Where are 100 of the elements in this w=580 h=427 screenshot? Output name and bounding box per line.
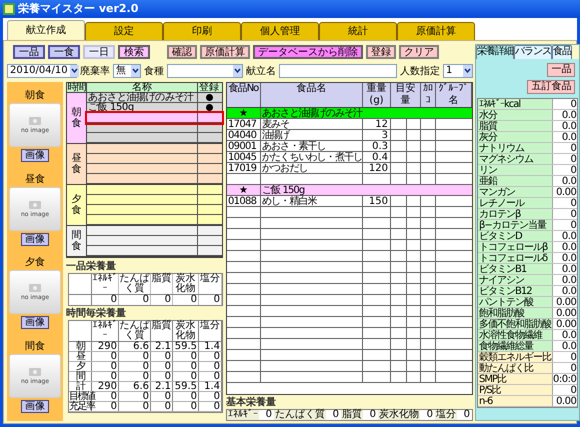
row-label: 昼 (69, 352, 92, 361)
nutrient-label: 炭水化物 (378, 410, 420, 420)
section-title: 基本栄養量 (226, 397, 277, 408)
column-header: 登録 (198, 83, 220, 92)
column-header: たんぱく質 (119, 274, 151, 294)
toolbar-button[interactable]: 一品 (13, 45, 45, 59)
meal-row[interactable] (87, 164, 222, 174)
table-cell: 0 (199, 295, 222, 305)
meal-label: 夕食 (25, 257, 45, 268)
food-name: あおさ・素干し (261, 141, 363, 151)
meal-row[interactable] (87, 226, 222, 236)
field-label: 食種 (144, 64, 164, 78)
nutrient-name: ビタミンB12 (478, 286, 553, 296)
photo-icon (29, 283, 41, 292)
section-title: 一品栄養量 (66, 261, 117, 272)
nutrient-value: 0.0 (560, 176, 578, 186)
image-button[interactable]: 画像 (21, 148, 49, 162)
dish-name: ご飯 150g (88, 102, 134, 113)
column-header: 脂質 (151, 321, 173, 341)
meal-label: 朝食 (25, 90, 45, 101)
tab[interactable]: 個人管理 (241, 22, 319, 40)
meal-type-select[interactable] (167, 64, 243, 78)
tab[interactable]: バランス (514, 45, 552, 59)
meal-row[interactable] (87, 215, 222, 225)
nutrient-value: 0 (569, 143, 578, 153)
image-button[interactable]: 画像 (21, 316, 49, 330)
panel-button[interactable]: 一品 (547, 63, 576, 77)
nutrient-value: 0.0 (560, 341, 578, 351)
table-cell: 0 (173, 392, 199, 401)
waste-rate-select[interactable]: 無 (113, 64, 141, 78)
nutrient-name: 灰分 (478, 132, 553, 142)
meal-row[interactable] (87, 195, 222, 205)
nutrient-name: ビタミンD (478, 231, 553, 241)
nutrient-value: 0.0 (560, 286, 578, 296)
meal-row[interactable] (87, 144, 222, 154)
toolbar-button[interactable]: 一日 (83, 45, 115, 59)
nutrient-value: 0 (569, 165, 578, 175)
table-cell: 0 (119, 295, 151, 305)
toolbar-button[interactable]: 登録 (366, 45, 396, 59)
row-label: 間 (69, 372, 92, 381)
date-select[interactable]: 2010/04/10 (7, 64, 77, 78)
toolbar-button[interactable]: 原価計算 (200, 45, 250, 59)
column-header: 名称 (87, 83, 198, 92)
nutrient-name: リン (478, 165, 553, 175)
meal-row[interactable] (87, 113, 222, 123)
nutrient-value: 0 (569, 99, 578, 109)
nutrient-value: 0.0 (560, 264, 578, 274)
menu-name-field[interactable] (279, 64, 397, 78)
nutrient-name: 水溶性食物繊維 (478, 330, 553, 340)
meal-row[interactable] (87, 236, 222, 246)
nutrient-name: SMP比 (478, 374, 553, 384)
servings-select[interactable]: 1 (443, 64, 473, 78)
meal-row[interactable] (87, 246, 222, 256)
nutrient-name: トコフェロールδ (478, 253, 553, 263)
column-header: 炭水化物 (173, 274, 199, 294)
nutrient-value: 0.00 (555, 187, 578, 197)
nutrient-name: レチノール (478, 198, 553, 208)
dish-name: ご飯 150g (261, 185, 306, 195)
tab[interactable]: 設定 (85, 22, 163, 40)
tab[interactable]: 印刷 (163, 22, 241, 40)
food-name: 麦みそ (261, 119, 363, 129)
table-cell: 0 (92, 352, 119, 361)
tab[interactable]: 栄養詳細 (476, 45, 514, 59)
toolbar-button[interactable]: クリア (399, 45, 439, 59)
tab[interactable]: 原価計算 (397, 22, 475, 40)
nutrient-name: ビタミンB1 (478, 264, 553, 274)
nutrient-label: 塩分 (435, 410, 457, 420)
meal-row[interactable] (87, 154, 222, 164)
image-button[interactable]: 画像 (21, 400, 49, 414)
meal-row[interactable] (87, 205, 222, 215)
nutrient-value: 0 (569, 385, 578, 395)
meal-row[interactable]: あおさと油揚げのみそ汁 (87, 93, 222, 103)
tab[interactable]: 統計 (319, 22, 397, 40)
nutrient-value: 0.00 (555, 319, 578, 329)
field-label: 献立名 (246, 64, 276, 78)
meal-row[interactable] (87, 174, 222, 184)
food-name: めし・精白米 (261, 196, 363, 206)
nutrient-value: 0.0 (560, 121, 578, 131)
food-name: かたくちいわし・煮干し (261, 152, 363, 162)
table-cell: 0 (119, 402, 151, 411)
nutrient-name: ナトリウム (478, 143, 553, 153)
nutrient-name: P/S比 (478, 385, 553, 395)
toolbar-button[interactable]: 一食 (48, 45, 80, 59)
image-button[interactable]: 画像 (21, 232, 49, 246)
meal-row[interactable] (87, 133, 222, 143)
nutrient-name: 脂質 (478, 121, 553, 131)
column-header: 炭水化物 (173, 321, 199, 341)
nutrient-label: ｴﾈﾙｷﾞｰ (227, 410, 259, 420)
table-cell: 0 (199, 362, 222, 371)
toolbar-button[interactable]: 確認 (167, 45, 197, 59)
row-label: 計 (69, 382, 92, 391)
column-header: 時間 (67, 83, 87, 92)
tab[interactable]: 食品 (552, 45, 572, 59)
field-label: 人数指定 (400, 64, 440, 78)
tab[interactable]: 献立作成 (7, 20, 85, 40)
meal-row[interactable] (87, 185, 222, 195)
panel-button[interactable]: 五訂食品 (527, 80, 576, 94)
toolbar-button[interactable]: データベースから削除 (253, 45, 363, 59)
toolbar-button[interactable]: 検索 (118, 45, 150, 59)
nutrient-name: 穀類エネルギー比 (478, 352, 553, 362)
